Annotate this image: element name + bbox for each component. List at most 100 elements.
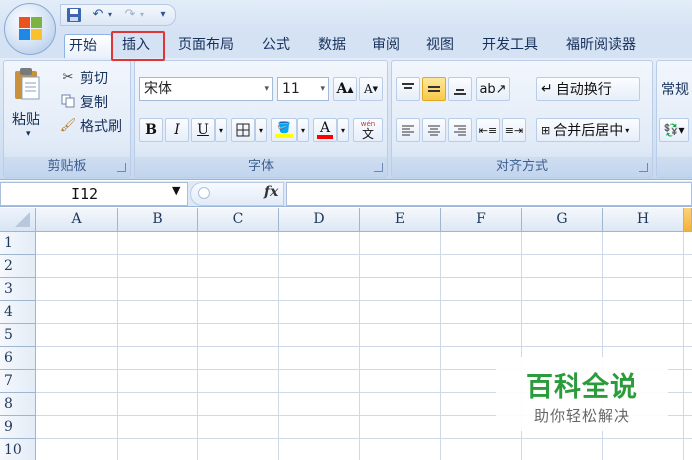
insert-function-button[interactable]: fx — [264, 184, 278, 200]
office-button[interactable] — [4, 3, 56, 55]
italic-button[interactable]: I — [165, 118, 189, 142]
font-size-select[interactable]: 11 ▾ — [277, 77, 329, 101]
wrap-text-label: 自动换行 — [555, 82, 612, 98]
select-all-corner[interactable] — [0, 208, 36, 232]
accounting-format-icon: 💱▾ — [663, 123, 685, 137]
merge-center-button[interactable]: ⊞ 合并后居中 ▾ — [536, 118, 640, 142]
bold-button[interactable]: B — [139, 118, 163, 142]
save-icon[interactable] — [65, 7, 83, 23]
column-header-b[interactable]: B — [118, 208, 198, 232]
tab-data[interactable]: 数据 — [314, 34, 350, 58]
row-header-1[interactable]: 1 — [0, 232, 36, 255]
gridline-horizontal — [36, 346, 692, 347]
orientation-button[interactable]: ab↗ — [476, 77, 510, 101]
column-header-d[interactable]: D — [279, 208, 360, 232]
column-header-e[interactable]: E — [360, 208, 441, 232]
row-header-4[interactable]: 4 — [0, 301, 36, 324]
copy-button[interactable]: 复制 — [80, 92, 108, 112]
tab-developer[interactable]: 开发工具 — [478, 34, 542, 58]
alignment-group: ab↗ ↵ 自动换行 ⇤≡ ≡⇥ ⊞ 合并后居中 ▾ 对齐方式 — [391, 60, 653, 178]
row-header-6[interactable]: 6 — [0, 347, 36, 370]
merge-center-dropdown-icon: ▾ — [625, 125, 630, 135]
number-format-select[interactable]: 常规 — [661, 79, 689, 99]
tab-page-layout[interactable]: 页面布局 — [174, 34, 238, 58]
align-top-button[interactable] — [396, 77, 420, 101]
tab-formulas[interactable]: 公式 — [258, 34, 294, 58]
tab-review[interactable]: 审阅 — [368, 34, 404, 58]
select-all-icon — [15, 212, 30, 227]
tab-view[interactable]: 视图 — [422, 34, 458, 58]
row-header-10[interactable]: 10 — [0, 439, 36, 460]
row-header-9[interactable]: 9 — [0, 416, 36, 439]
name-box-dropdown-icon[interactable]: ▼ — [172, 184, 180, 197]
font-size-dropdown-icon: ▾ — [320, 84, 325, 94]
paste-icon[interactable] — [10, 65, 44, 105]
formula-input[interactable] — [286, 182, 692, 206]
fill-color-dropdown-icon[interactable]: ▾ — [297, 118, 309, 142]
align-middle-button[interactable] — [422, 77, 446, 101]
gridline-horizontal — [36, 277, 692, 278]
name-box[interactable]: I12 — [0, 182, 188, 206]
column-header-selected[interactable] — [684, 208, 692, 232]
column-header-c[interactable]: C — [198, 208, 279, 232]
scissors-icon: ✂ — [62, 69, 74, 85]
font-color-dropdown-icon[interactable]: ▾ — [337, 118, 349, 142]
tab-home[interactable]: 开始 — [64, 34, 112, 58]
watermark: 百科全说 助你轻松解决 — [496, 357, 668, 431]
redo-dropdown-icon[interactable]: ▾ — [137, 7, 147, 23]
column-header-h[interactable]: H — [603, 208, 684, 232]
wrap-text-button[interactable]: ↵ 自动换行 — [536, 77, 640, 101]
undo-dropdown-icon[interactable]: ▾ — [105, 7, 115, 23]
cut-button[interactable]: 剪切 — [80, 68, 108, 88]
decrease-indent-button[interactable]: ⇤≡ — [476, 118, 500, 142]
border-button[interactable] — [231, 118, 255, 142]
row-header-2[interactable]: 2 — [0, 255, 36, 278]
tab-foxit-reader[interactable]: 福昕阅读器 — [562, 34, 640, 58]
quick-access-toolbar: ↶ ▾ ↷ ▾ ▾ — [60, 4, 176, 26]
watermark-subtitle: 助你轻松解决 — [533, 407, 630, 425]
customize-qat-icon[interactable]: ▾ — [157, 7, 169, 23]
phonetic-guide-button[interactable]: wén 文 — [353, 118, 383, 142]
increase-indent-button[interactable]: ≡⇥ — [502, 118, 526, 142]
align-right-button[interactable] — [448, 118, 472, 142]
gridline-horizontal — [36, 254, 692, 255]
row-header-7[interactable]: 7 — [0, 370, 36, 393]
column-header-g[interactable]: G — [522, 208, 603, 232]
align-left-button[interactable] — [396, 118, 420, 142]
border-dropdown-icon[interactable]: ▾ — [255, 118, 267, 142]
accounting-format-button[interactable]: 💱▾ — [659, 118, 689, 142]
font-dialog-launcher[interactable] — [374, 163, 383, 172]
phonetic-guide-icon: 文 — [361, 126, 374, 141]
align-bottom-button[interactable] — [448, 77, 472, 101]
watermark-title: 百科全说 — [526, 372, 638, 403]
align-center-button[interactable] — [422, 118, 446, 142]
copy-icon — [60, 93, 76, 109]
paste-dropdown-icon[interactable]: ▾ — [26, 129, 31, 139]
paste-button[interactable]: 粘贴 — [12, 109, 40, 129]
gridline-horizontal — [36, 438, 692, 439]
underline-dropdown-icon[interactable]: ▾ — [215, 118, 227, 142]
shrink-font-button[interactable]: A ▼ — [359, 77, 383, 101]
clipboard-dialog-launcher[interactable] — [117, 163, 126, 172]
font-color-button[interactable]: A — [313, 118, 337, 142]
row-header-3[interactable]: 3 — [0, 278, 36, 301]
formula-bar: I12 ▼ fx — [0, 181, 692, 207]
row-header-8[interactable]: 8 — [0, 393, 36, 416]
decrease-indent-icon: ⇤≡ — [478, 123, 498, 137]
clipboard-group: 粘贴 ▾ ✂ 剪切 复制 🖌 格式刷 剪贴板 — [3, 60, 131, 178]
font-name-select[interactable]: 宋体 ▾ — [139, 77, 273, 101]
alignment-dialog-launcher[interactable] — [639, 163, 648, 172]
font-color-bar — [317, 135, 333, 139]
grow-font-button[interactable]: A ▲ — [333, 77, 357, 101]
column-header-f[interactable]: F — [441, 208, 522, 232]
font-color-icon: A — [319, 120, 331, 136]
formula-expand-icon[interactable] — [198, 187, 210, 199]
ribbon: 粘贴 ▾ ✂ 剪切 复制 🖌 格式刷 剪贴板 宋体 ▾ 11 ▾ A ▲ A ▼ B… — [0, 58, 692, 180]
column-header-a[interactable]: A — [36, 208, 118, 232]
format-painter-icon: 🖌 — [59, 117, 77, 133]
underline-button[interactable]: U — [191, 118, 215, 142]
increase-indent-icon: ≡⇥ — [504, 123, 524, 137]
format-painter-button[interactable]: 格式刷 — [80, 116, 122, 136]
fill-color-button[interactable]: 🪣 — [271, 118, 297, 142]
row-header-5[interactable]: 5 — [0, 324, 36, 347]
